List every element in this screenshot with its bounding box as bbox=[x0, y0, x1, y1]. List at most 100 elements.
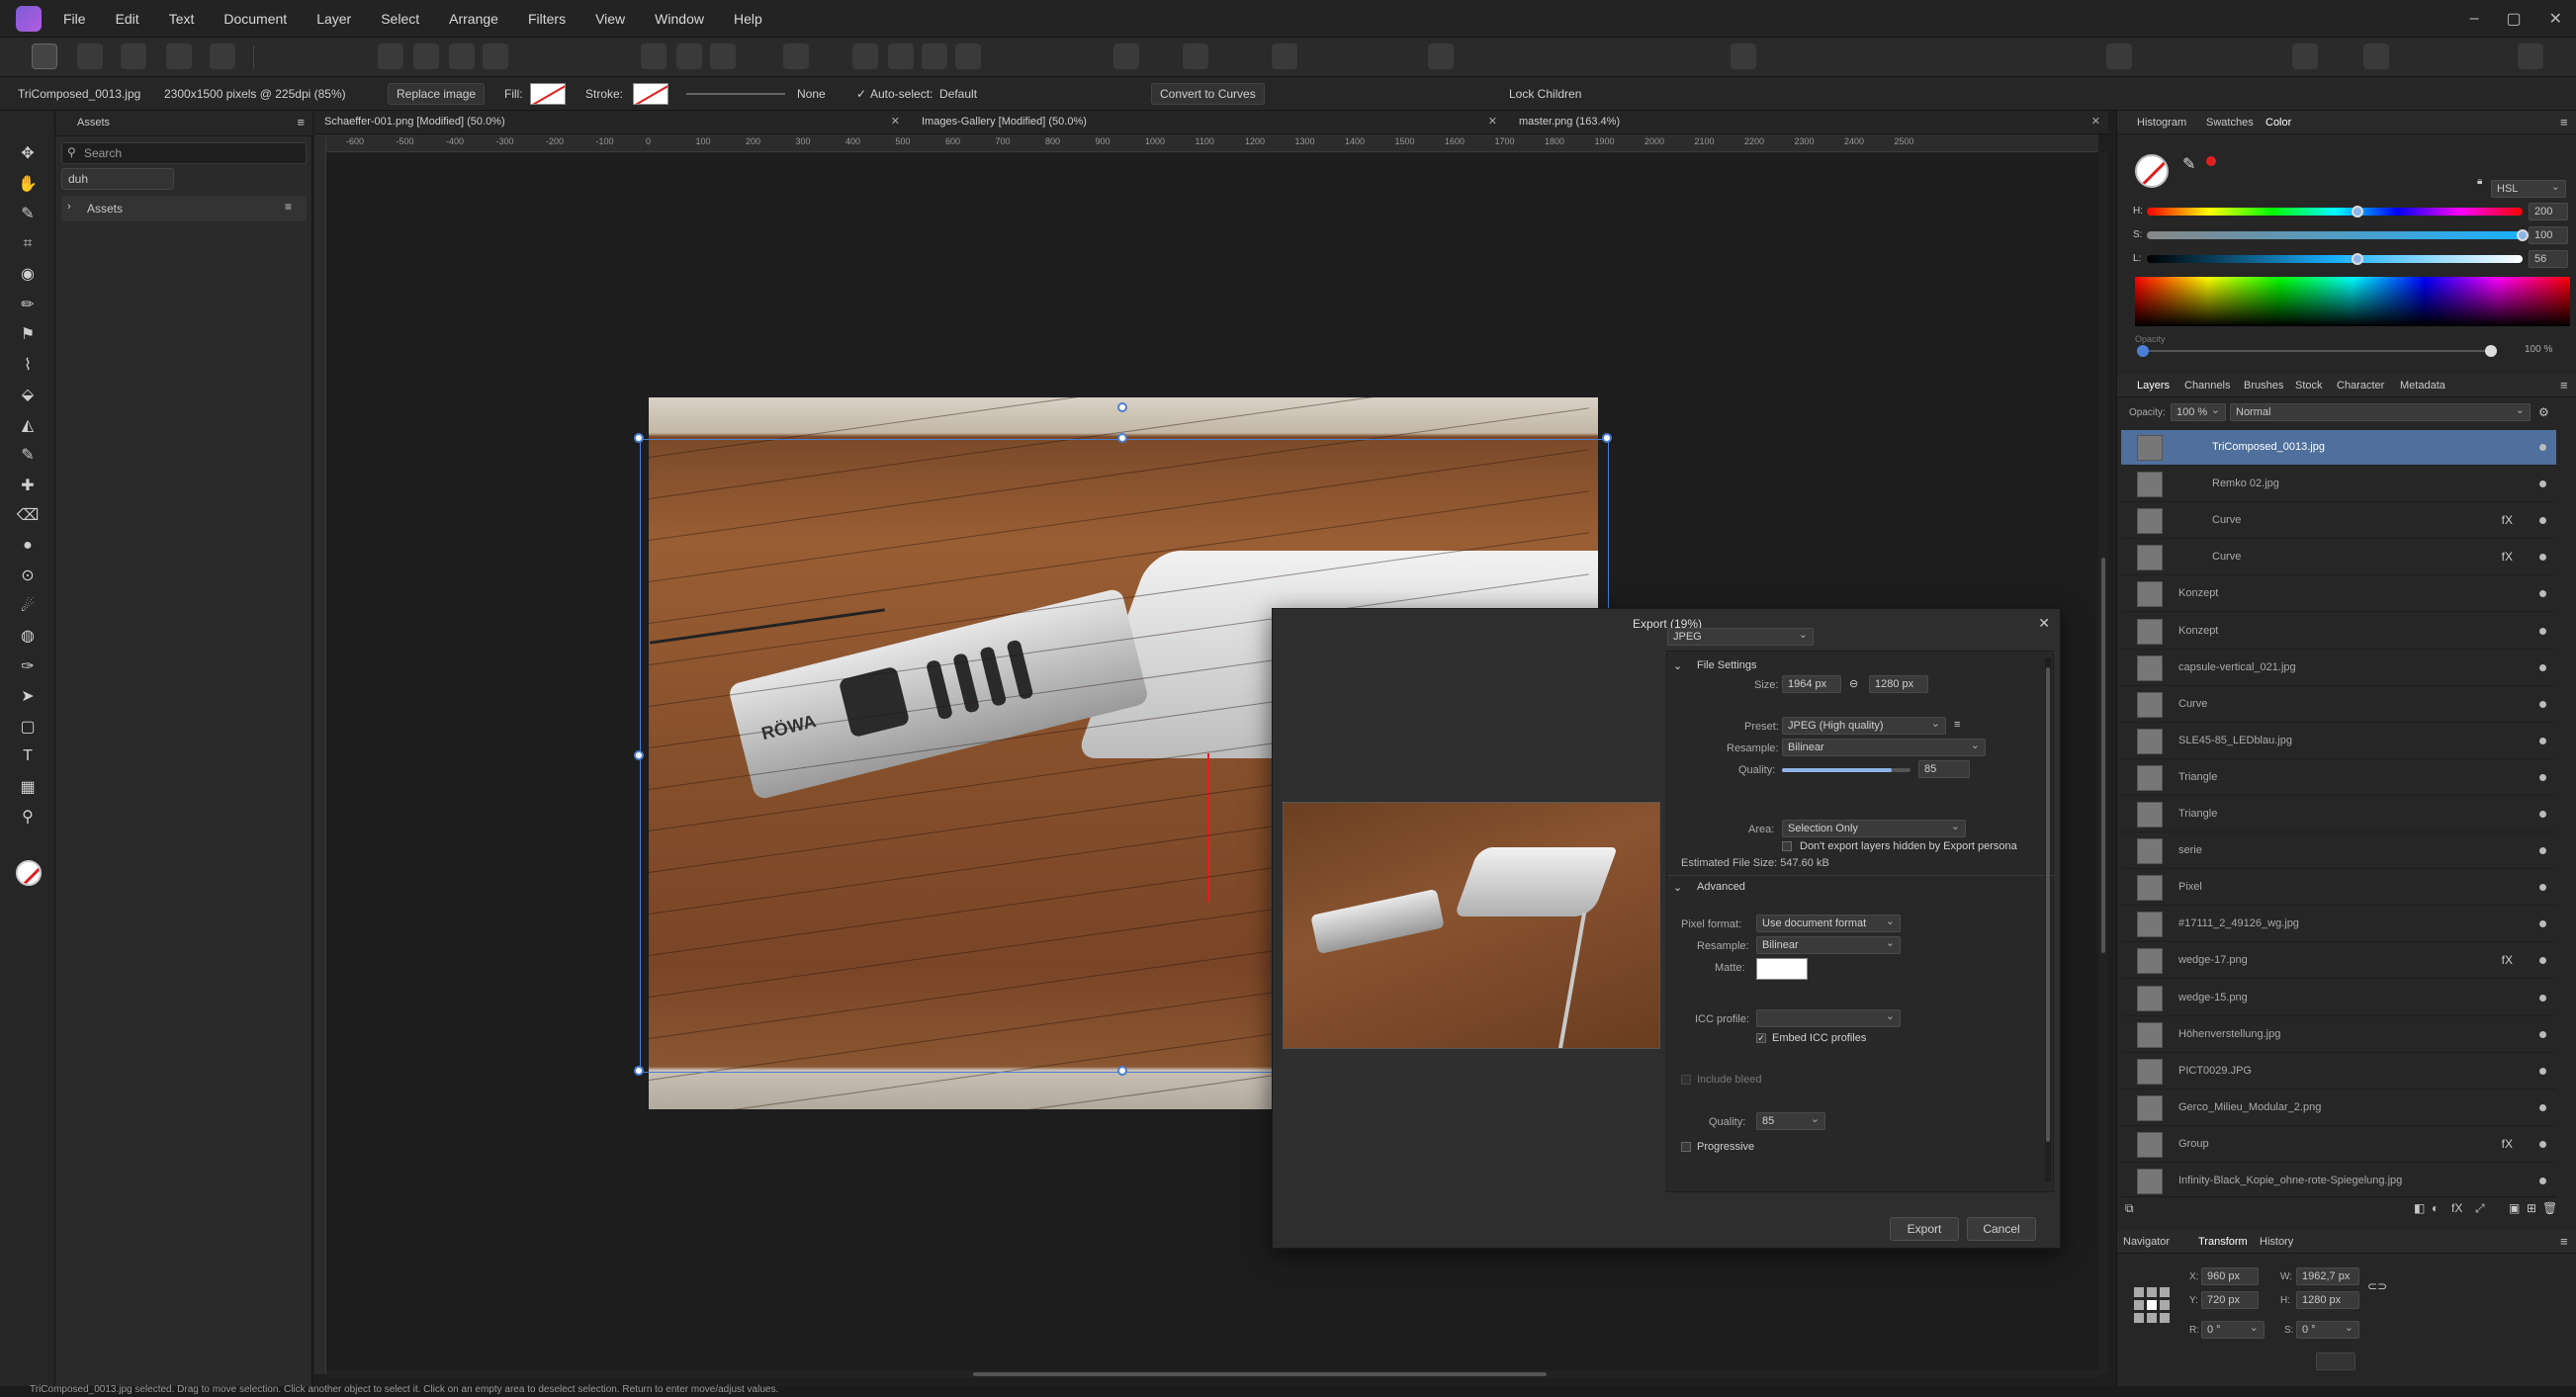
menu-file[interactable]: File bbox=[63, 11, 86, 27]
layer-row[interactable]: Triangle bbox=[2121, 760, 2556, 796]
eyedropper-icon[interactable]: ✎ bbox=[2182, 154, 2195, 174]
align-icon[interactable] bbox=[1428, 44, 1454, 69]
y-input[interactable]: 720 px bbox=[2201, 1291, 2259, 1309]
fill-swatch[interactable] bbox=[530, 83, 566, 105]
assistant-icon[interactable] bbox=[1272, 44, 1297, 69]
visibility-toggle[interactable] bbox=[2539, 554, 2546, 562]
select-all-icon[interactable] bbox=[641, 44, 666, 69]
fx-icon[interactable]: fX bbox=[2502, 513, 2513, 527]
visibility-toggle[interactable] bbox=[2539, 773, 2546, 781]
red-eye-icon[interactable]: ◉ bbox=[16, 263, 40, 285]
layer-row[interactable]: Gerco_Milieu_Modular_2.png bbox=[2121, 1091, 2556, 1126]
color-spectrum[interactable] bbox=[2135, 277, 2570, 326]
visibility-toggle[interactable] bbox=[2539, 480, 2546, 488]
auto-select-dropdown[interactable]: Default bbox=[939, 87, 977, 101]
transform-handle[interactable] bbox=[634, 433, 644, 443]
include-bleed-checkbox[interactable] bbox=[1681, 1075, 1691, 1085]
visibility-toggle[interactable] bbox=[2539, 1178, 2546, 1184]
photo-persona-icon[interactable] bbox=[32, 44, 57, 69]
visibility-toggle[interactable] bbox=[2539, 444, 2546, 451]
stroke-width-slider[interactable] bbox=[686, 93, 785, 95]
rotate-right-icon[interactable] bbox=[955, 44, 981, 69]
fx-icon[interactable]: fX bbox=[2502, 550, 2513, 564]
panel-menu-icon[interactable]: ≡ bbox=[297, 115, 305, 130]
insert-icon[interactable] bbox=[2292, 44, 2318, 69]
delete-layer-icon[interactable]: 🗑︎ bbox=[2542, 1201, 2557, 1215]
visibility-toggle[interactable] bbox=[2539, 884, 2546, 892]
node-tool-icon[interactable]: ➤ bbox=[16, 685, 40, 707]
opacity-slider[interactable] bbox=[2141, 350, 2487, 352]
quality-slider[interactable] bbox=[1782, 768, 1910, 772]
tab-swatches[interactable]: Swatches bbox=[2206, 117, 2254, 129]
layer-row[interactable]: Pixel bbox=[2121, 870, 2556, 907]
layer-row[interactable]: PICT0029.JPG bbox=[2121, 1054, 2556, 1090]
vertical-scrollbar[interactable] bbox=[2098, 152, 2108, 1374]
menu-filters[interactable]: Filters bbox=[528, 11, 566, 27]
layer-row[interactable]: SLE45-85_LEDblau.jpg bbox=[2121, 724, 2556, 759]
hue-knob[interactable] bbox=[2351, 206, 2363, 218]
text-tool-icon[interactable]: T bbox=[16, 745, 40, 767]
layer-row[interactable]: Infinity-Black_Kopie_ohne-rote-Spiegelun… bbox=[2121, 1164, 2556, 1199]
visibility-toggle[interactable] bbox=[2539, 1030, 2546, 1038]
lightness-knob[interactable] bbox=[2351, 253, 2363, 265]
area-dropdown[interactable]: Selection Only bbox=[1782, 820, 1966, 837]
close-icon[interactable]: ✕ bbox=[2038, 615, 2050, 632]
layer-row[interactable]: #17111_2_49126_wg.jpg bbox=[2121, 907, 2556, 943]
saturation-input[interactable]: 100 bbox=[2529, 226, 2568, 244]
bool-intersect-icon[interactable] bbox=[2363, 44, 2389, 69]
layer-row[interactable]: Triangle bbox=[2121, 797, 2556, 832]
preset-dropdown[interactable]: JPEG (High quality) bbox=[1782, 717, 1946, 735]
layer-row[interactable]: Curve fX bbox=[2121, 540, 2556, 576]
convert-to-curves-button[interactable]: Convert to Curves bbox=[1151, 83, 1265, 105]
visibility-toggle[interactable] bbox=[2539, 811, 2546, 818]
tone-mapping-persona-icon[interactable] bbox=[166, 44, 192, 69]
menu-window[interactable]: Window bbox=[655, 11, 704, 27]
layer-row[interactable]: wedge-17.png fX bbox=[2121, 943, 2556, 980]
freehand-select-icon[interactable]: ⌇ bbox=[16, 354, 40, 376]
erase-brush-icon[interactable]: ⌫ bbox=[16, 504, 40, 526]
dodge-tool-icon[interactable]: ● bbox=[16, 535, 40, 557]
transform-handle[interactable] bbox=[634, 750, 644, 760]
menu-text[interactable]: Text bbox=[169, 11, 195, 27]
smudge-tool-icon[interactable]: ☄ bbox=[16, 595, 40, 617]
rotate-handle[interactable] bbox=[1117, 402, 1127, 412]
layer-row[interactable]: serie bbox=[2121, 833, 2556, 870]
develop-persona-icon[interactable] bbox=[121, 44, 146, 69]
anchor-selector[interactable] bbox=[2134, 1287, 2170, 1323]
close-window-button[interactable]: ✕ bbox=[2549, 9, 2562, 29]
visibility-toggle[interactable] bbox=[2539, 700, 2546, 708]
tab-histogram[interactable]: Histogram bbox=[2137, 117, 2186, 129]
tab-master[interactable]: master.png (163.4%) ✕ bbox=[1509, 111, 2108, 134]
layer-opacity-dropdown[interactable]: 100 % bbox=[2171, 403, 2226, 421]
menu-help[interactable]: Help bbox=[734, 11, 762, 27]
flip-horizontal-icon[interactable] bbox=[852, 44, 878, 69]
group-menu-icon[interactable]: ≡ bbox=[285, 200, 292, 214]
minimize-button[interactable]: – bbox=[2470, 10, 2479, 28]
visibility-toggle[interactable] bbox=[2539, 590, 2546, 598]
visibility-toggle[interactable] bbox=[2539, 1140, 2546, 1148]
deselect-icon[interactable] bbox=[676, 44, 702, 69]
crop-tool-icon[interactable]: ⌗ bbox=[16, 233, 40, 255]
chevron-down-icon[interactable]: ⌄ bbox=[1673, 881, 1682, 894]
progressive-checkbox[interactable] bbox=[1681, 1142, 1691, 1152]
zoom-tool-icon[interactable]: ⚲ bbox=[16, 806, 40, 828]
layer-row[interactable]: capsule-vertical_021.jpg bbox=[2121, 651, 2556, 686]
horizontal-scrollbar[interactable] bbox=[326, 1370, 2098, 1378]
boolean-add-icon[interactable] bbox=[2106, 44, 2132, 69]
quality-dropdown-2[interactable]: 85 bbox=[1756, 1112, 1825, 1130]
tab-images-gallery[interactable]: Images-Gallery [Modified] (50.0%) ✕ bbox=[912, 111, 1505, 134]
move-tool-icon[interactable]: ✥ bbox=[16, 142, 40, 164]
export-button[interactable]: Export bbox=[1890, 1217, 1959, 1241]
tab-navigator[interactable]: Navigator bbox=[2123, 1236, 2170, 1248]
chevron-right-icon[interactable]: › bbox=[67, 201, 71, 213]
layer-icon[interactable] bbox=[378, 44, 403, 69]
fx-icon[interactable]: fX bbox=[2502, 953, 2513, 967]
menu-view[interactable]: View bbox=[595, 11, 625, 27]
arrange-forward-icon[interactable] bbox=[1731, 44, 1756, 69]
sponge-tool-icon[interactable]: ◍ bbox=[16, 625, 40, 647]
dont-export-hidden-checkbox[interactable] bbox=[1782, 841, 1792, 851]
tab-brushes[interactable]: Brushes bbox=[2244, 380, 2283, 392]
transform-handle[interactable] bbox=[1117, 433, 1127, 443]
tab-stock[interactable]: Stock bbox=[2295, 380, 2323, 392]
snapping-icon[interactable] bbox=[1113, 44, 1139, 69]
